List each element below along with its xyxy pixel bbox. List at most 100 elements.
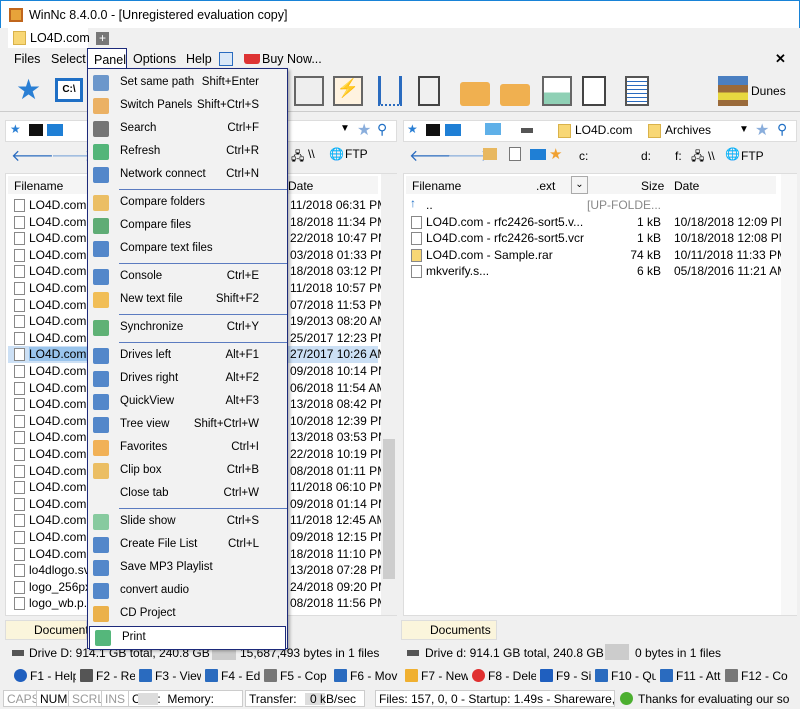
menu-item-compare-text-files[interactable]: Compare text files [88, 238, 287, 260]
menu-buy-now[interactable]: Buy Now... [262, 52, 322, 66]
column-filename[interactable]: Filename [412, 179, 461, 193]
column-ext[interactable]: .ext [536, 179, 555, 193]
menu-item-console[interactable]: Console Ctrl+E [88, 266, 287, 288]
fkey-button-f4[interactable]: F4 - Edit [205, 669, 260, 683]
drive-d-button[interactable]: d: [641, 149, 651, 163]
help-about-icon[interactable] [219, 52, 233, 66]
console-icon[interactable] [29, 124, 43, 136]
fkey-button-f8[interactable]: F8 - Dele [472, 669, 536, 683]
network-icon[interactable]: 🖧 [291, 147, 304, 168]
search-icon[interactable]: ⚲ [377, 121, 387, 138]
menu-panel[interactable]: Panel [87, 48, 127, 70]
up-folder-row[interactable]: ↑.. [UP-FOLDE... [406, 196, 776, 214]
search-icon[interactable]: ⚲ [777, 121, 787, 138]
menu-item-new-text-file[interactable]: New text file Shift+F2 [88, 289, 287, 311]
ftp-globe-icon[interactable]: 🌐 [725, 147, 740, 161]
right-path-bar[interactable]: ★ LO4D.com Archives ▼ ★ ⚲ [403, 120, 797, 142]
right-scrollbar[interactable] [781, 174, 797, 615]
unc-path[interactable]: \\ [308, 147, 315, 161]
fkey-button-f1[interactable]: F1 - Help [14, 669, 76, 683]
fkey-button-f7[interactable]: F7 - New [405, 669, 468, 683]
favorites-icon[interactable]: ★ [549, 145, 562, 163]
menu-item-network-connect[interactable]: Network connect Ctrl+N [88, 164, 287, 186]
file-row[interactable]: mkverify.s... 6 kB 05/18/2016 11:21 AM [406, 263, 787, 280]
bookmark-star-icon[interactable]: ★ [357, 120, 371, 140]
column-date[interactable]: Date [288, 179, 313, 193]
menu-item-refresh[interactable]: Refresh Ctrl+R [88, 141, 287, 163]
menu-item-drives-right[interactable]: Drives right Alt+F2 [88, 368, 287, 390]
breadcrumb-lo4d[interactable]: LO4D.com [575, 123, 632, 137]
favorites-icon[interactable]: ★ [407, 122, 418, 136]
drive-f-button[interactable]: f: [675, 149, 682, 163]
play-file-icon[interactable] [582, 76, 606, 106]
column-date[interactable]: Date [674, 179, 699, 193]
fkey-button-f6[interactable]: F6 - Mov [334, 669, 401, 683]
column-size[interactable]: Size [641, 179, 664, 193]
tab-lo4d[interactable]: LO4D.com [8, 28, 90, 48]
menu-item-convert-audio[interactable]: convert audio [88, 580, 287, 602]
theme-label[interactable]: Dunes [751, 84, 786, 98]
email-icon[interactable] [294, 76, 324, 106]
network-icon[interactable]: 🖧 [691, 147, 704, 168]
drive-icon[interactable] [521, 128, 533, 133]
left-tab-documents[interactable]: Documents [5, 620, 95, 640]
menu-item-synchronize[interactable]: Synchronize Ctrl+Y [88, 317, 287, 339]
file-row[interactable]: LO4D.com - Sample.rar 74 kB 10/11/2018 11:… [406, 247, 787, 264]
fkey-button-f3[interactable]: F3 - View [139, 669, 201, 683]
menu-item-print[interactable]: Print [89, 626, 286, 650]
menu-item-set-same-path[interactable]: Set same path Shift+Enter [88, 72, 287, 94]
column-filename[interactable]: Filename [14, 179, 63, 193]
unc-button[interactable]: \\ [708, 149, 715, 163]
new-tab-button[interactable]: + [96, 32, 109, 45]
scrollbar-thumb[interactable] [383, 439, 395, 579]
fkey-button-f2[interactable]: F2 - Rena [80, 669, 135, 683]
left-scrollbar[interactable] [381, 174, 397, 615]
fkey-button-f5[interactable]: F5 - Cop [264, 669, 330, 683]
computer-icon[interactable] [47, 124, 63, 136]
console-icon[interactable]: C:\ [55, 78, 83, 102]
edit-document-icon[interactable] [625, 76, 649, 106]
menu-item-slide-show[interactable]: Slide show Ctrl+S [88, 511, 287, 533]
fkey-button-f11[interactable]: F11 - Att [660, 669, 721, 683]
menu-item-quickview[interactable]: QuickView Alt+F3 [88, 391, 287, 413]
unlock-icon[interactable] [500, 84, 530, 106]
ftp-button[interactable]: FTP [345, 147, 368, 161]
menu-item-close-tab[interactable]: Close tab Ctrl+W [88, 483, 287, 505]
menu-help[interactable]: Help [186, 52, 212, 66]
fkey-button-f9[interactable]: F9 - Size [540, 669, 591, 683]
single-view-icon[interactable] [418, 76, 440, 106]
fkey-button-f12[interactable]: F12 - Co [725, 669, 796, 683]
up-folder-icon[interactable] [483, 148, 497, 160]
menu-files[interactable]: Files [14, 52, 40, 66]
menu-item-compare-files[interactable]: Compare files [88, 215, 287, 237]
theme-dunes-icon[interactable] [718, 76, 748, 106]
favorites-icon[interactable]: ★ [10, 122, 21, 136]
menu-item-search[interactable]: Search Ctrl+F [88, 118, 287, 140]
lock-icon[interactable] [460, 82, 490, 106]
menu-item-switch-panels[interactable]: Switch Panels Shift+Ctrl+S [88, 95, 287, 117]
console-icon[interactable] [426, 124, 440, 136]
menu-options[interactable]: Options [133, 52, 176, 66]
menu-item-drives-left[interactable]: Drives left Alt+F1 [88, 345, 287, 367]
document-icon[interactable] [509, 147, 521, 161]
drive-c-button[interactable]: c: [579, 149, 588, 163]
menu-item-clip-box[interactable]: Clip box Ctrl+B [88, 460, 287, 482]
file-row[interactable]: LO4D.com - rfc2426-sort5.v... 1 kB 10/18/2… [406, 214, 789, 231]
menu-item-create-file-list[interactable]: Create File List Ctrl+L [88, 534, 287, 556]
menu-item-compare-folders[interactable]: Compare folders [88, 192, 287, 214]
column-chooser-chevron-icon[interactable]: ⌄ [571, 176, 588, 194]
menu-select[interactable]: Select [51, 52, 86, 66]
back-arrow-icon[interactable]: 🡐 [11, 145, 54, 166]
split-view-icon[interactable] [378, 76, 402, 106]
this-pc-icon[interactable] [485, 123, 501, 135]
menu-item-save-mp3-playlist[interactable]: Save MP3 Playlist [88, 557, 287, 579]
menu-item-cd-project[interactable]: CD Project [88, 603, 287, 625]
history-dropdown-icon[interactable]: ▼ [340, 123, 350, 134]
ftp-globe-icon[interactable]: 🌐 [329, 147, 344, 161]
bookmark-star-icon[interactable]: ★ [755, 120, 769, 140]
fkey-button-f10[interactable]: F10 - Qu [595, 669, 656, 683]
close-icon[interactable]: ✕ [775, 51, 786, 67]
image-icon[interactable] [542, 76, 572, 106]
ftp-lightning-icon[interactable]: ⚡ [333, 76, 363, 106]
back-arrow-icon[interactable]: 🡐 [409, 145, 452, 166]
